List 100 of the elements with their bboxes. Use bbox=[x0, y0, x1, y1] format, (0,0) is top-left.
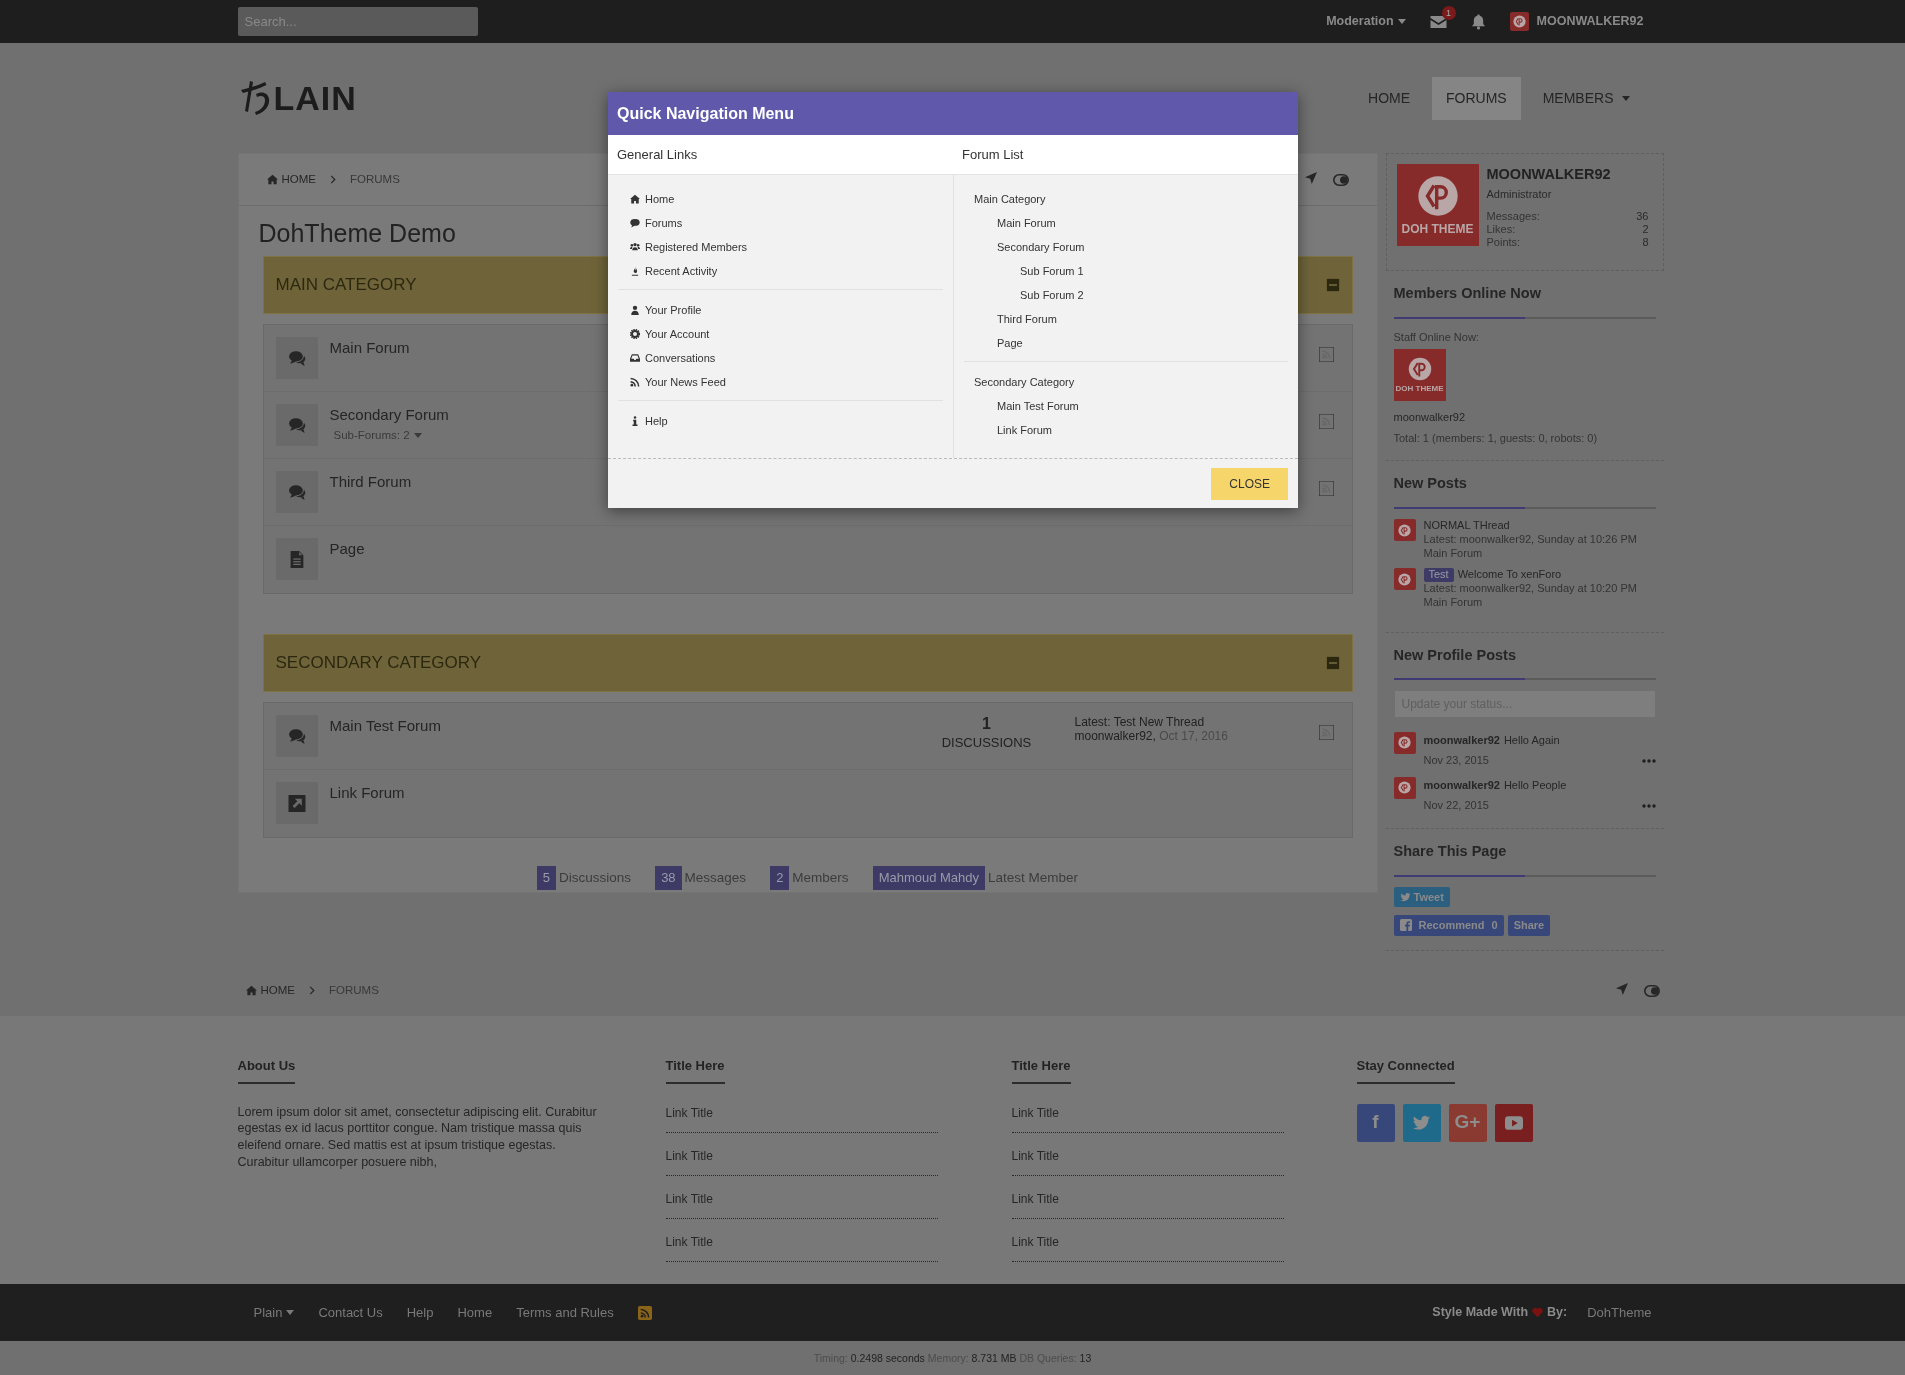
nav-tab[interactable]: FORUMS bbox=[1432, 76, 1521, 120]
forum-menu-item[interactable]: Third Forum bbox=[964, 307, 1288, 331]
footer-nav-link[interactable]: Home bbox=[457, 1302, 493, 1323]
tweet-button[interactable]: Tweet bbox=[1393, 886, 1450, 907]
category-header[interactable]: SECONDARY CATEGORY bbox=[262, 634, 1353, 692]
youtube-button[interactable] bbox=[1494, 1103, 1533, 1142]
footer-nav-link[interactable]: Plain bbox=[253, 1302, 295, 1323]
post-date: Nov 23, 2015 bbox=[1423, 753, 1489, 769]
more-icon[interactable] bbox=[1641, 758, 1656, 763]
footer-link[interactable]: Link Title bbox=[665, 1103, 938, 1133]
stat-label: Discussions bbox=[559, 868, 632, 887]
forum-menu-item[interactable]: Secondary Forum bbox=[964, 235, 1288, 259]
avatar-icon bbox=[1398, 572, 1411, 586]
collapse-icon[interactable] bbox=[1325, 656, 1340, 670]
user-menu[interactable]: MOONWALKER92 bbox=[1509, 12, 1644, 31]
member-link[interactable]: moonwalker92 bbox=[1393, 409, 1656, 426]
bell-icon[interactable] bbox=[1470, 13, 1486, 30]
collapse-icon[interactable] bbox=[1325, 278, 1340, 292]
profile-name: MOONWALKER92 bbox=[1486, 165, 1612, 184]
toggle-icon[interactable] bbox=[1332, 171, 1349, 188]
toggle-icon[interactable] bbox=[1643, 982, 1660, 999]
forum-menu-item[interactable]: Main Forum bbox=[964, 211, 1288, 235]
gear-icon bbox=[630, 329, 640, 339]
section-title: Members Online Now bbox=[1393, 285, 1541, 301]
facebook-button[interactable]: f bbox=[1356, 1103, 1395, 1142]
forum-menu-item[interactable]: Sub Forum 1 bbox=[964, 259, 1288, 283]
twitter-button[interactable] bbox=[1402, 1103, 1441, 1142]
forum-menu-item[interactable]: Main Test Forum bbox=[964, 394, 1288, 418]
moderation-menu[interactable]: Moderation bbox=[1326, 12, 1406, 31]
nav-menu-item[interactable]: Registered Members bbox=[618, 235, 943, 259]
column-title: General Links bbox=[616, 145, 699, 164]
nav-menu-item[interactable]: Home bbox=[618, 187, 943, 211]
stat-value: 2 bbox=[1642, 222, 1649, 236]
footer-link[interactable]: Link Title bbox=[1011, 1189, 1284, 1219]
avatar-icon bbox=[1512, 15, 1526, 28]
nav-menu-item[interactable]: Your Profile bbox=[618, 298, 943, 322]
username-link[interactable]: moonwalker92 bbox=[1423, 733, 1500, 746]
username-link[interactable]: moonwalker92 bbox=[1423, 778, 1500, 791]
bird-icon bbox=[1412, 1114, 1431, 1131]
thread-link[interactable]: Welcome To xenForo bbox=[1457, 568, 1562, 582]
share-button[interactable]: Share bbox=[1507, 915, 1551, 936]
member-badge: Mahmoud Mahdy bbox=[872, 866, 986, 890]
footer-heading: Stay Connected bbox=[1356, 1056, 1455, 1084]
location-arrow-icon[interactable] bbox=[1615, 982, 1628, 995]
timing-value: 0.2498 seconds bbox=[850, 1352, 925, 1364]
section-title: New Profile Posts bbox=[1393, 646, 1516, 663]
nav-menu-item[interactable]: Forums bbox=[618, 211, 943, 235]
footer-link[interactable]: Link Title bbox=[1011, 1103, 1284, 1133]
nav-tab[interactable]: HOME bbox=[1354, 76, 1425, 120]
username-link[interactable]: moonwalker92, bbox=[1074, 729, 1156, 744]
column-title: Forum List bbox=[961, 145, 1025, 164]
rss-icon[interactable] bbox=[1318, 414, 1334, 429]
breadcrumb-link[interactable]: FORUMS bbox=[329, 981, 379, 1000]
recommend-button[interactable]: Recommend 0 bbox=[1393, 915, 1504, 936]
forum-title[interactable]: Link Forum bbox=[329, 782, 1340, 805]
dialog-title: Quick Navigation Menu bbox=[608, 92, 1298, 135]
footer-link[interactable]: Link Title bbox=[665, 1189, 938, 1219]
latest-thread-link[interactable]: Latest: Test New Thread bbox=[1074, 715, 1305, 730]
location-arrow-icon[interactable] bbox=[1304, 171, 1317, 184]
google-plus-button[interactable]: G+ bbox=[1448, 1103, 1487, 1142]
footer-nav-link[interactable]: Terms and Rules bbox=[516, 1302, 614, 1323]
subforums-toggle[interactable]: Sub-Forums: 2 bbox=[333, 426, 422, 444]
rss-icon[interactable] bbox=[1318, 347, 1334, 362]
footer-link[interactable]: Link Title bbox=[1011, 1146, 1284, 1176]
mail-icon[interactable] bbox=[1429, 14, 1447, 29]
forum-menu-item[interactable]: Sub Forum 2 bbox=[964, 283, 1288, 307]
nav-menu-item[interactable]: Your News Feed bbox=[618, 370, 943, 394]
forum-menu-item[interactable]: Secondary Category bbox=[964, 370, 1288, 394]
avatar-icon bbox=[1398, 523, 1411, 537]
forum-title[interactable]: Main Test Forum bbox=[329, 715, 899, 738]
discussion-count: 1 bbox=[981, 715, 992, 733]
profile-post-text: Hello People bbox=[1503, 778, 1567, 791]
nav-tab[interactable]: MEMBERS bbox=[1528, 76, 1644, 120]
forum-title[interactable]: Page bbox=[329, 538, 1340, 561]
stat-label: Points: bbox=[1486, 235, 1521, 249]
footer-link[interactable]: Link Title bbox=[665, 1232, 938, 1262]
breadcrumb-link[interactable]: HOME bbox=[245, 981, 295, 1000]
forum-menu-item[interactable]: Link Forum bbox=[964, 418, 1288, 442]
breadcrumb-link[interactable]: FORUMS bbox=[350, 170, 400, 189]
rss-icon[interactable] bbox=[1318, 481, 1334, 496]
section-title: Share This Page bbox=[1393, 842, 1507, 859]
footer-nav-link[interactable]: Contact Us bbox=[318, 1302, 383, 1323]
footer-link[interactable]: Link Title bbox=[1011, 1232, 1284, 1262]
footer-nav-link[interactable]: Help bbox=[406, 1302, 434, 1323]
thread-link[interactable]: NORMAL THread bbox=[1423, 519, 1510, 533]
forum-menu-item[interactable]: Page bbox=[964, 331, 1288, 355]
more-icon[interactable] bbox=[1641, 803, 1656, 808]
forum-menu-item[interactable]: Main Category bbox=[964, 187, 1288, 211]
caret-icon bbox=[1397, 19, 1406, 24]
footer-link[interactable]: Link Title bbox=[665, 1146, 938, 1176]
timing-value: 13 bbox=[1079, 1352, 1092, 1364]
rss-icon[interactable] bbox=[1318, 725, 1334, 740]
credit-link[interactable]: DohTheme bbox=[1587, 1302, 1652, 1323]
nav-menu-item[interactable]: Help bbox=[618, 409, 943, 433]
close-button[interactable]: CLOSE bbox=[1211, 467, 1288, 500]
nav-menu-item[interactable]: Your Account bbox=[618, 322, 943, 346]
breadcrumb-link[interactable]: HOME bbox=[266, 170, 316, 189]
nav-menu-item[interactable]: Conversations bbox=[618, 346, 943, 370]
rss-icon[interactable] bbox=[637, 1305, 652, 1320]
nav-menu-item[interactable]: Recent Activity bbox=[618, 259, 943, 283]
